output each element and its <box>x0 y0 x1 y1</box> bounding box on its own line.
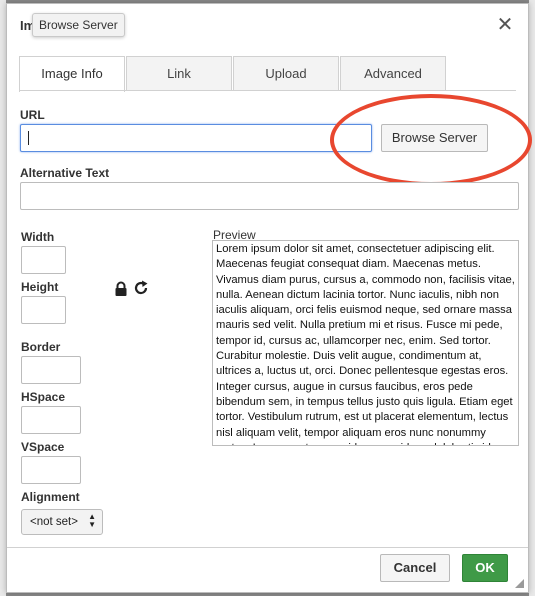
cancel-button[interactable]: Cancel <box>380 554 450 582</box>
height-input[interactable] <box>21 296 66 324</box>
ok-button[interactable]: OK <box>462 554 508 582</box>
border-label: Border <box>21 340 61 354</box>
tab-link[interactable]: Link <box>126 56 232 90</box>
alt-text-label: Alternative Text <box>20 166 110 180</box>
width-input[interactable] <box>21 246 66 274</box>
width-label: Width <box>21 230 55 244</box>
hspace-label: HSpace <box>21 390 66 404</box>
tab-divider <box>19 90 516 91</box>
url-label: URL <box>20 108 45 122</box>
border-input[interactable] <box>21 356 81 384</box>
alignment-select[interactable]: <not set> ▲ ▼ <box>21 509 103 535</box>
tab-image-info[interactable]: Image Info <box>19 56 125 92</box>
alignment-value: <not set> <box>30 516 78 528</box>
alignment-label: Alignment <box>21 490 80 504</box>
resize-handle[interactable] <box>515 579 524 588</box>
preview-box: Lorem ipsum dolor sit amet, consectetuer… <box>212 240 519 446</box>
height-label: Height <box>21 280 59 294</box>
vspace-input[interactable] <box>21 456 81 484</box>
url-input[interactable] <box>20 124 372 152</box>
dialog-footer: Cancel OK <box>7 547 528 592</box>
dialog-titlebar: Im Browse Server ✕ <box>7 4 528 48</box>
close-icon[interactable]: ✕ <box>494 14 516 36</box>
reset-icon[interactable] <box>133 280 149 296</box>
tab-upload[interactable]: Upload <box>233 56 339 90</box>
image-properties-dialog: Im Browse Server ✕ Image Info Link Uploa… <box>6 3 532 593</box>
alt-text-input[interactable] <box>20 182 519 210</box>
browse-server-tooltip: Browse Server <box>32 13 125 37</box>
page-backdrop-right <box>529 0 535 596</box>
annotation-ellipse <box>330 94 532 186</box>
hspace-input[interactable] <box>21 406 81 434</box>
lock-icon[interactable] <box>114 281 128 297</box>
select-arrows-icon: ▲ ▼ <box>88 512 96 529</box>
vspace-label: VSpace <box>21 440 65 454</box>
text-caret <box>28 131 29 145</box>
tab-advanced[interactable]: Advanced <box>340 56 446 90</box>
